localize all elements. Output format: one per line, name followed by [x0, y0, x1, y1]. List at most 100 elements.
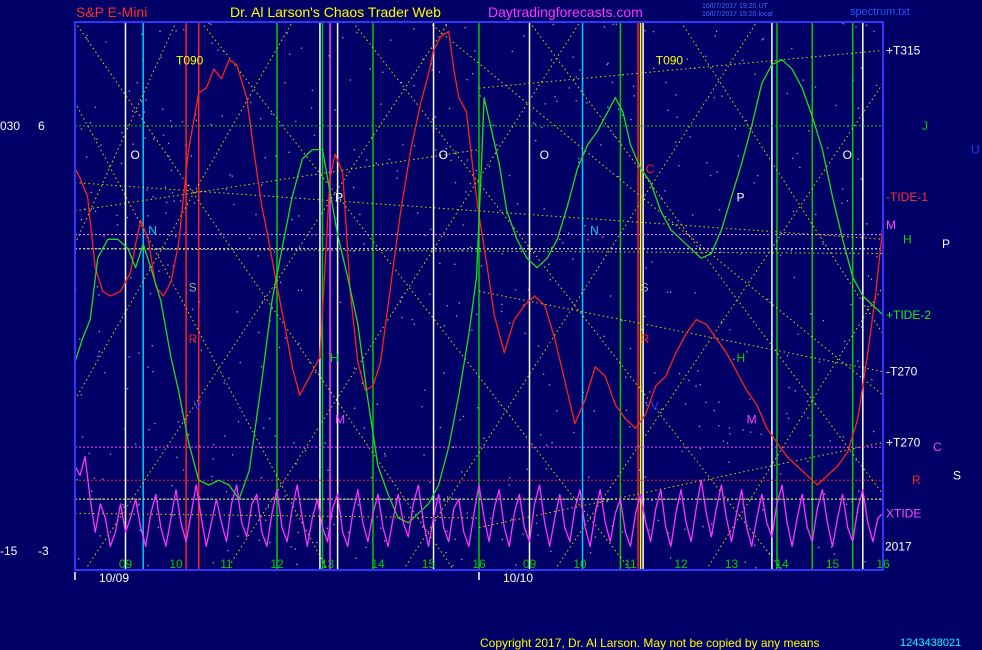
- star-dot: [855, 459, 857, 461]
- star-dot: [534, 123, 537, 125]
- star-dot: [136, 82, 138, 84]
- star-dot: [443, 372, 445, 374]
- star-dot: [575, 76, 577, 78]
- star-dot: [177, 421, 180, 423]
- star-dot: [649, 391, 651, 393]
- star-dot: [171, 485, 173, 487]
- star-dot: [153, 138, 155, 140]
- star-dot: [447, 496, 449, 498]
- star-dot: [104, 372, 106, 374]
- star-dot: [842, 188, 844, 190]
- left-axis-label: 030: [0, 119, 20, 133]
- star-dot: [617, 108, 620, 110]
- star-dot: [857, 158, 859, 160]
- star-dot: [593, 410, 595, 412]
- star-dot: [459, 419, 461, 421]
- star-dot: [141, 33, 143, 35]
- chart-mark: C: [646, 162, 655, 176]
- star-dot: [90, 208, 93, 210]
- star-dot: [85, 156, 88, 158]
- star-dot: [678, 372, 681, 375]
- chart-mark: M: [747, 413, 757, 427]
- star-dot: [544, 103, 546, 105]
- star-dot: [850, 303, 852, 306]
- star-dot: [749, 431, 752, 433]
- star-dot: [694, 292, 696, 294]
- star-dot: [745, 119, 748, 122]
- star-dot: [123, 506, 125, 508]
- star-dot: [349, 79, 351, 81]
- star-dot: [248, 237, 251, 239]
- chart-mark: R: [641, 332, 650, 346]
- star-dot: [290, 546, 292, 548]
- star-dot: [572, 56, 574, 58]
- right-label: P: [942, 237, 950, 251]
- star-dot: [388, 158, 390, 161]
- x-tick-label: 14: [775, 557, 789, 571]
- star-dot: [279, 281, 282, 284]
- star-dot: [540, 434, 542, 436]
- star-dot: [511, 518, 513, 520]
- star-dot: [792, 210, 795, 213]
- star-dot: [138, 352, 140, 354]
- star-dot: [167, 264, 169, 266]
- file-name: spectrum.txt: [850, 6, 910, 18]
- star-dot: [754, 73, 756, 75]
- star-dot: [721, 321, 723, 323]
- star-dot: [284, 337, 286, 339]
- chart-mark: S: [641, 280, 649, 294]
- star-dot: [120, 162, 123, 164]
- star-dot: [794, 390, 796, 392]
- star-dot: [666, 291, 669, 293]
- star-dot: [158, 270, 160, 272]
- star-dot: [109, 453, 112, 455]
- star-dot: [515, 564, 517, 566]
- star-dot: [578, 157, 580, 160]
- star-dot: [162, 134, 165, 136]
- star-dot: [842, 436, 844, 438]
- star-dot: [190, 155, 193, 157]
- star-dot: [501, 538, 503, 541]
- star-dot: [342, 37, 344, 39]
- star-dot: [729, 329, 731, 331]
- star-dot: [629, 348, 632, 350]
- star-dot: [630, 118, 632, 121]
- star-dot: [532, 122, 534, 124]
- star-dot: [537, 534, 539, 536]
- star-dot: [260, 366, 263, 368]
- star-dot: [681, 450, 683, 453]
- star-dot: [621, 531, 624, 533]
- star-dot: [705, 401, 707, 404]
- star-dot: [818, 361, 820, 363]
- star-dot: [300, 47, 303, 49]
- star-dot: [157, 526, 159, 529]
- chart-mark: R: [189, 332, 198, 346]
- star-dot: [858, 490, 860, 492]
- right-label: R: [912, 473, 921, 487]
- chart-mark: H: [737, 351, 746, 365]
- star-dot: [729, 433, 731, 435]
- star-dot: [589, 552, 592, 554]
- star-dot: [715, 30, 718, 32]
- star-dot: [255, 213, 257, 216]
- star-dot: [873, 430, 875, 433]
- star-dot: [562, 242, 564, 244]
- star-dot: [138, 503, 140, 505]
- chart-mark: H: [330, 351, 339, 365]
- star-dot: [298, 215, 300, 217]
- star-dot: [454, 538, 456, 540]
- star-dot: [606, 500, 608, 503]
- star-dot: [98, 294, 100, 296]
- star-dot: [347, 531, 350, 534]
- star-dot: [135, 443, 137, 445]
- star-dot: [401, 316, 403, 319]
- star-dot: [236, 311, 238, 313]
- star-dot: [237, 535, 239, 537]
- star-dot: [258, 331, 260, 334]
- star-dot: [90, 191, 92, 194]
- star-dot: [297, 531, 299, 534]
- star-dot: [873, 30, 875, 32]
- star-dot: [258, 539, 260, 542]
- star-dot: [146, 189, 148, 191]
- x-tick-label: 12: [270, 557, 284, 571]
